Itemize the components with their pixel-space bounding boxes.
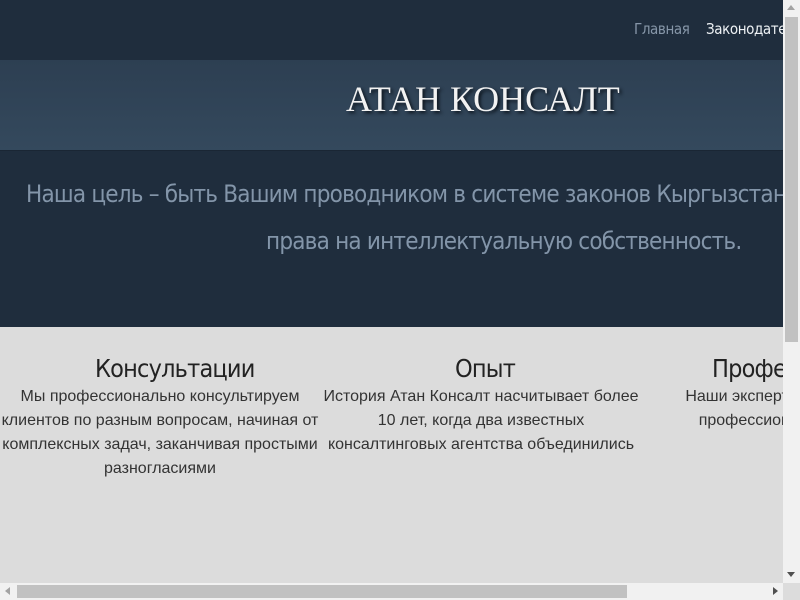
hero-tagline-line-1: Наша цель – быть Вашим проводником в сис… bbox=[26, 180, 783, 208]
top-navbar: Главная Законодател bbox=[0, 0, 783, 61]
nav-link-legislation[interactable]: Законодател bbox=[706, 20, 783, 38]
vertical-scroll-thumb[interactable] bbox=[785, 17, 798, 342]
scroll-left-arrow-icon[interactable] bbox=[5, 587, 10, 595]
horizontal-scroll-thumb[interactable] bbox=[17, 585, 627, 598]
hero-tagline-line-2: права на интеллектуальную собственность. bbox=[266, 227, 742, 255]
feature-text-professionalism: Наши эксперты по вопросе, мы профессиона… bbox=[685, 388, 783, 429]
feature-text-consultations: Мы профессионально консультируем клиенто… bbox=[1, 388, 319, 477]
horizontal-scrollbar[interactable] bbox=[0, 583, 783, 600]
nav-link-home[interactable]: Главная bbox=[634, 20, 690, 38]
feature-text-experience: История Атан Консалт насчитывает более 1… bbox=[323, 388, 639, 453]
site-title: АТАН КОНСАЛТ bbox=[346, 79, 620, 119]
scroll-right-arrow-icon[interactable] bbox=[773, 587, 778, 595]
page-viewport: Главная Законодател АТАН КОНСАЛТ Наша це… bbox=[0, 0, 783, 583]
scroll-up-arrow-icon[interactable] bbox=[787, 5, 795, 10]
feature-title-experience: Опыт bbox=[455, 354, 516, 383]
scrollbar-corner bbox=[783, 583, 800, 600]
feature-title-consultations: Консультации bbox=[95, 354, 255, 383]
feature-title-professionalism: Профес bbox=[712, 354, 783, 383]
scroll-down-arrow-icon[interactable] bbox=[787, 572, 795, 577]
vertical-scrollbar[interactable] bbox=[783, 0, 800, 583]
